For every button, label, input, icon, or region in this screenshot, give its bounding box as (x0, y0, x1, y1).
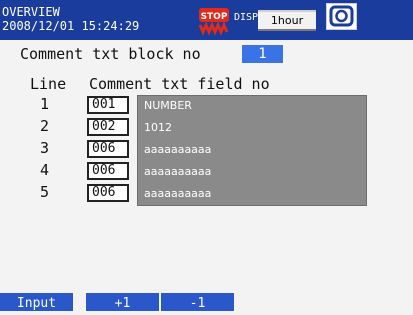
comment-text-3: aaaaaaaaaa (144, 143, 212, 156)
screen-title: OVERVIEW (2, 5, 60, 19)
comment-field-input-1[interactable]: 001 (87, 96, 129, 114)
line-column-header: Line (30, 75, 67, 93)
line-number-2: 2 (40, 117, 50, 135)
display-interval: 1hour (258, 10, 316, 31)
disp-label: DISP (234, 12, 259, 23)
comment-text-1: NUMBER (144, 99, 192, 112)
stop-icon: STOP (198, 8, 229, 36)
comment-block-number-field[interactable]: 1 (242, 45, 283, 63)
comment-text-preview-panel: NUMBER 1012 aaaaaaaaaa aaaaaaaaaa aaaaaa… (137, 95, 367, 206)
time-text: 15:24:29 (81, 19, 140, 33)
date-time: 2008/12/01 15:24:29 (2, 20, 139, 32)
status-header: OVERVIEW 2008/12/01 15:24:29 STOP DISP 1… (0, 0, 413, 40)
line-number-1: 1 (40, 95, 50, 113)
input-softkey[interactable]: Input (0, 293, 73, 311)
display-status-icon (326, 3, 357, 30)
comment-text-2: 1012 (144, 121, 172, 134)
plus-one-softkey[interactable]: +1 (86, 293, 159, 311)
date-text: 2008/12/01 (2, 19, 75, 33)
comment-field-input-5[interactable]: 006 (87, 184, 129, 202)
comment-field-input-3[interactable]: 006 (87, 140, 129, 158)
comment-field-column-header: Comment txt field no (89, 75, 270, 93)
line-number-5: 5 (40, 183, 50, 201)
comment-text-5: aaaaaaaaaa (144, 187, 212, 200)
comment-block-label: Comment txt block no (20, 45, 201, 63)
minus-one-softkey[interactable]: -1 (161, 293, 234, 311)
comment-field-input-4[interactable]: 006 (87, 162, 129, 180)
softkey-bar: Input +1 -1 (0, 293, 413, 311)
line-number-3: 3 (40, 139, 50, 157)
stop-icon-label: STOP (201, 12, 228, 22)
line-number-4: 4 (40, 161, 50, 179)
comment-text-4: aaaaaaaaaa (144, 165, 212, 178)
comment-field-input-2[interactable]: 002 (87, 118, 129, 136)
